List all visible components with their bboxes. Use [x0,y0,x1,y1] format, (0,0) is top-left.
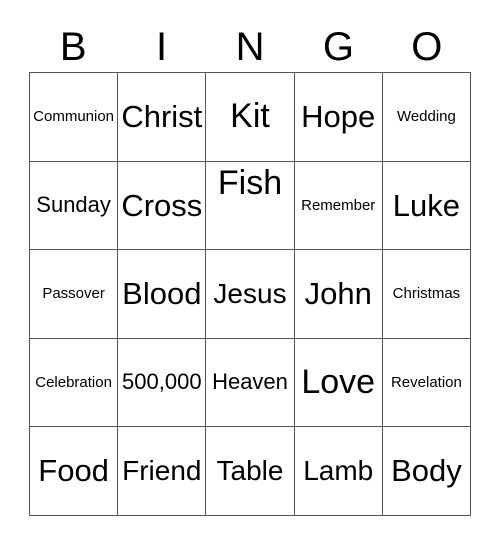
bingo-cell[interactable]: Luke [382,161,472,251]
bingo-cell[interactable]: Passover [30,250,119,339]
bingo-cell[interactable]: John [294,250,383,339]
bingo-cell-label: Hope [301,98,376,134]
bingo-cell[interactable]: Heaven [206,338,295,428]
bingo-cell-label: Lamb [303,454,374,486]
bingo-header-letter-g: G [322,25,354,69]
bingo-cell[interactable]: Sunday [30,161,119,251]
bingo-cell[interactable]: Love [294,338,383,428]
bingo-cell-label: Communion [33,108,115,126]
bingo-cell[interactable]: Body [382,427,472,516]
bingo-cell-label: Revelation [390,373,462,391]
bingo-row: Passover Blood Jesus John Christmas [30,250,472,339]
bingo-header-letter-i: I [156,25,168,69]
bingo-grid: Communion Christ Kit Hope Wedding Sunday… [29,72,472,516]
bingo-cell-label: Christ [121,98,203,134]
bingo-cell-label: Wedding [396,108,456,126]
bingo-cell-label: Cross [121,187,203,223]
bingo-cell[interactable]: Lamb [294,427,383,516]
bingo-header-letter-o: O [411,25,443,69]
bingo-cell[interactable]: Fish [206,161,295,251]
bingo-cell-label: Christmas [392,285,461,303]
bingo-row: Sunday Cross Fish Remember Luke [30,161,472,251]
bingo-cell[interactable]: Friend [118,427,207,516]
bingo-cell-label: Sunday [36,192,111,218]
bingo-cell-label: Food [38,453,109,489]
bingo-cell-label: Celebration [35,373,112,391]
bingo-cell-label: Love [301,363,376,402]
bingo-cell-label: Heaven [212,369,288,395]
bingo-cell[interactable]: Table [206,427,295,516]
bingo-row: Celebration 500,000 Heaven Love Revelati… [30,338,472,428]
bingo-cell-label: Friend [122,454,202,486]
bingo-cell-label: Blood [122,276,202,312]
bingo-cell-label: Kit [230,97,270,136]
bingo-cell-label: 500,000 [122,369,202,395]
bingo-cell[interactable]: Communion [30,73,119,162]
bingo-cell[interactable]: Blood [118,250,207,339]
bingo-header-letter-n: N [235,25,265,69]
bingo-row: Communion Christ Kit Hope Wedding [30,73,472,162]
bingo-cell-label: Table [216,454,284,486]
bingo-cell[interactable]: Remember [294,161,383,251]
bingo-header: B I N G O [29,22,471,72]
bingo-cell[interactable]: Jesus [206,250,295,339]
bingo-cell-label: Luke [392,187,461,223]
bingo-cell-label: Body [391,453,462,489]
bingo-cell-label: Passover [42,285,105,303]
bingo-cell[interactable]: Revelation [382,338,472,428]
bingo-cell-label: Remember [301,196,376,214]
bingo-cell[interactable]: Food [30,427,119,516]
bingo-cell-label: Fish [217,163,283,202]
bingo-cell[interactable]: Christ [118,73,207,162]
bingo-cell[interactable]: 500,000 [118,338,207,428]
bingo-header-letter-b: B [59,25,87,69]
bingo-cell-label: John [304,276,372,312]
bingo-cell[interactable]: Cross [118,161,207,251]
bingo-cell[interactable]: Hope [294,73,383,162]
bingo-card: B I N G O Communion Christ Kit Hope Wedd… [0,0,500,544]
bingo-cell-label: Jesus [213,277,287,309]
bingo-cell[interactable]: Celebration [30,338,119,428]
bingo-cell[interactable]: Wedding [382,73,472,162]
bingo-cell[interactable]: Kit [206,73,295,162]
bingo-cell[interactable]: Christmas [382,250,472,339]
bingo-row: Food Friend Table Lamb Body [30,427,472,516]
